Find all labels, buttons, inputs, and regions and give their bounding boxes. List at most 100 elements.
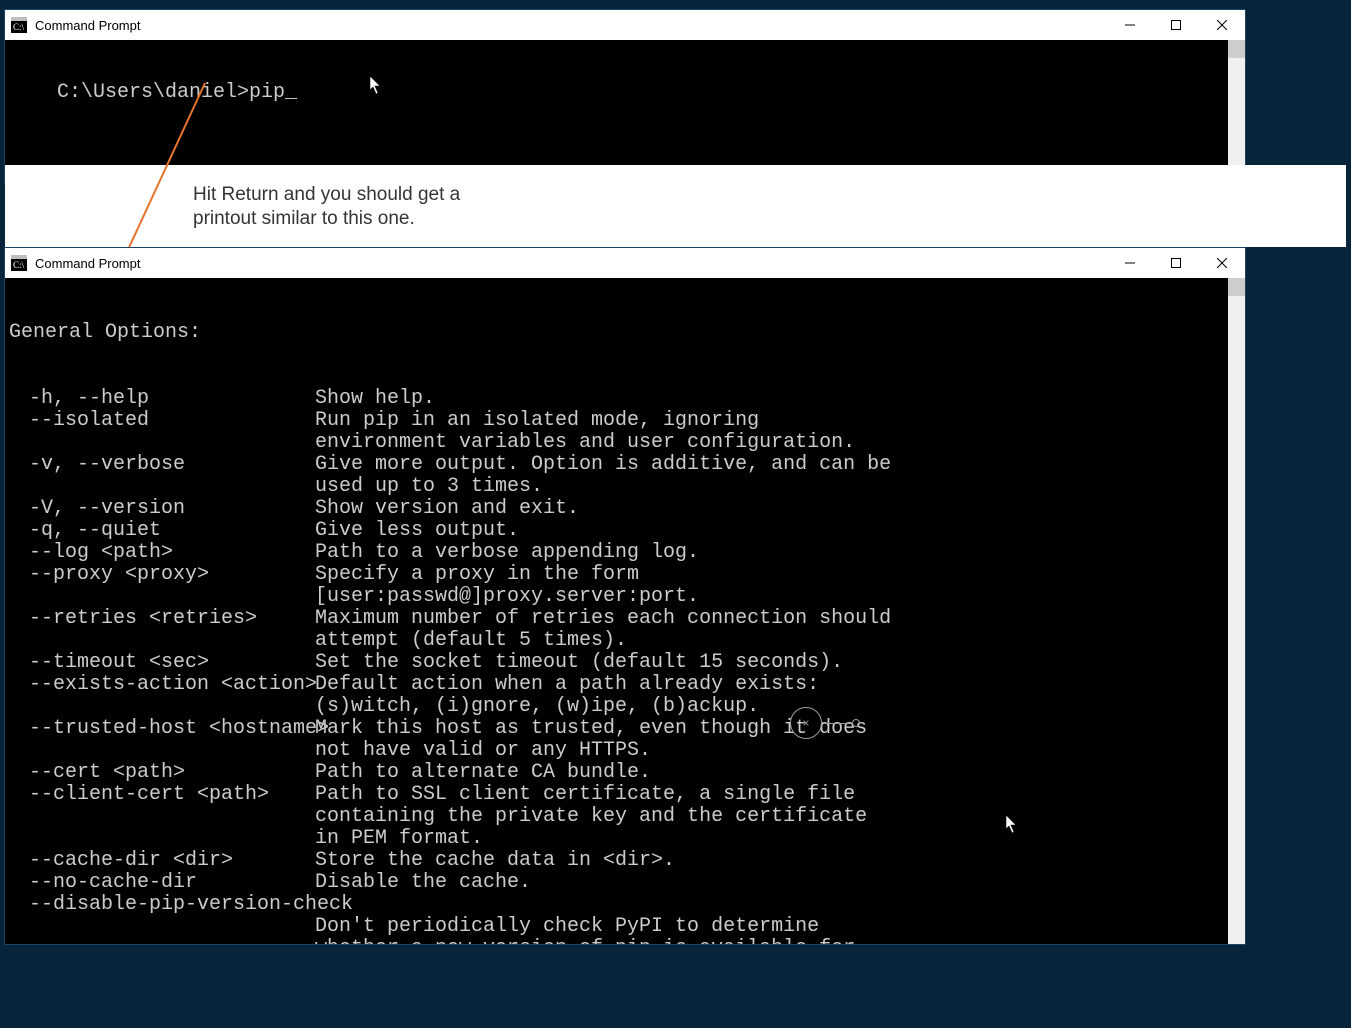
option-row: attempt (default 5 times). [9, 630, 1245, 652]
option-flag: --timeout <sec> [9, 652, 295, 674]
svg-text:C:\: C:\ [13, 260, 25, 270]
option-description: Default action when a path already exist… [295, 674, 819, 696]
option-row: --cert <path>Path to alternate CA bundle… [9, 762, 1245, 784]
option-row: --log <path>Path to a verbose appending … [9, 542, 1245, 564]
command-top: pip [249, 81, 285, 104]
cmd-icon: C:\ [11, 255, 27, 271]
option-description: Store the cache data in <dir>. [295, 850, 675, 872]
option-description: Path to a verbose appending log. [295, 542, 699, 564]
minimize-button[interactable] [1107, 248, 1153, 278]
window-title-bottom: Command Prompt [35, 256, 140, 271]
option-flag: --trusted-host <hostname> [9, 718, 295, 740]
option-row: [user:passwd@]proxy.server:port. [9, 586, 1245, 608]
option-flag: --client-cert <path> [9, 784, 295, 806]
maximize-button[interactable] [1153, 248, 1199, 278]
option-row: containing the private key and the certi… [9, 806, 1245, 828]
option-description: attempt (default 5 times). [315, 630, 627, 652]
option-row: in PEM format. [9, 828, 1245, 850]
option-row: -h, --helpShow help. [9, 388, 1245, 410]
option-row: --proxy <proxy>Specify a proxy in the fo… [9, 564, 1245, 586]
scrollbar-top[interactable] [1228, 40, 1245, 183]
option-description: environment variables and user configura… [315, 432, 855, 454]
option-flag: -v, --verbose [9, 454, 295, 476]
option-description: Mark this host as trusted, even though i… [295, 718, 867, 740]
option-description: Give more output. Option is additive, an… [295, 454, 891, 476]
instruction-line-1: Hit Return and you should get a [193, 183, 1346, 207]
option-flag: -h, --help [9, 388, 295, 410]
option-description: [user:passwd@]proxy.server:port. [315, 586, 699, 608]
terminal-bottom[interactable]: General Options: -h, --helpShow help.--i… [5, 278, 1245, 944]
instruction-text: Hit Return and you should get a printout… [5, 165, 1346, 247]
cmd-window-top: C:\ Command Prompt C:\Users\daniel>pip_ [5, 10, 1245, 183]
option-row: not have valid or any HTTPS. [9, 740, 1245, 762]
option-flag: -V, --version [9, 498, 295, 520]
option-flag: --isolated [9, 410, 295, 432]
option-description: Show help. [295, 388, 435, 410]
option-description: whether a new version of pip is availabl… [315, 938, 855, 944]
titlebar-bottom[interactable]: C:\ Command Prompt [5, 248, 1245, 278]
window-title-top: Command Prompt [35, 18, 140, 33]
option-flag: --cert <path> [9, 762, 295, 784]
option-row: used up to 3 times. [9, 476, 1245, 498]
minimize-button[interactable] [1107, 10, 1153, 40]
titlebar-top[interactable]: C:\ Command Prompt [5, 10, 1245, 40]
close-button[interactable] [1199, 10, 1245, 40]
option-description: used up to 3 times. [315, 476, 543, 498]
option-row: Don't periodically check PyPI to determi… [9, 916, 1245, 938]
option-flag: -q, --quiet [9, 520, 295, 542]
option-description: Path to alternate CA bundle. [295, 762, 651, 784]
annotation-close-icon[interactable]: × [790, 707, 822, 739]
option-flag: --disable-pip-version-check [9, 894, 295, 916]
instruction-line-2: printout similar to this one. [193, 207, 1346, 231]
svg-text:C:\: C:\ [13, 22, 25, 32]
option-row: -v, --verboseGive more output. Option is… [9, 454, 1245, 476]
option-row: --client-cert <path>Path to SSL client c… [9, 784, 1245, 806]
text-cursor: _ [285, 81, 297, 104]
option-row: environment variables and user configura… [9, 432, 1245, 454]
option-row: --trusted-host <hostname>Mark this host … [9, 718, 1245, 740]
option-description: Path to SSL client certificate, a single… [295, 784, 855, 806]
option-description [295, 894, 315, 916]
option-row: --exists-action <action>Default action w… [9, 674, 1245, 696]
option-flag: --cache-dir <dir> [9, 850, 295, 872]
option-row: -V, --versionShow version and exit. [9, 498, 1245, 520]
options-list: -h, --helpShow help.--isolatedRun pip in… [9, 388, 1245, 944]
option-description: Give less output. [295, 520, 519, 542]
option-description: (s)witch, (i)gnore, (w)ipe, (b)ackup. [315, 696, 759, 718]
option-description: Disable the cache. [295, 872, 531, 894]
maximize-button[interactable] [1153, 10, 1199, 40]
option-row: --cache-dir <dir>Store the cache data in… [9, 850, 1245, 872]
option-description: containing the private key and the certi… [315, 806, 867, 828]
option-flag: --no-cache-dir [9, 872, 295, 894]
option-row: --timeout <sec>Set the socket timeout (d… [9, 652, 1245, 674]
option-description: in PEM format. [315, 828, 483, 850]
option-description: Show version and exit. [295, 498, 579, 520]
general-options-header: General Options: [9, 322, 1245, 344]
scrollbar-thumb-bottom[interactable] [1228, 278, 1245, 296]
scrollbar-bottom[interactable] [1228, 278, 1245, 944]
option-flag: --exists-action <action> [9, 674, 295, 696]
option-description: Set the socket timeout (default 15 secon… [295, 652, 843, 674]
option-row: -q, --quietGive less output. [9, 520, 1245, 542]
option-flag: --proxy <proxy> [9, 564, 295, 586]
cmd-window-bottom: C:\ Command Prompt General Options: -h, … [5, 248, 1245, 944]
annotation-endpoint [852, 719, 860, 727]
option-description: not have valid or any HTTPS. [315, 740, 651, 762]
prompt-top: C:\Users\daniel> [57, 81, 249, 104]
terminal-top[interactable]: C:\Users\daniel>pip_ [5, 40, 1245, 183]
option-row: (s)witch, (i)gnore, (w)ipe, (b)ackup. [9, 696, 1245, 718]
option-description: Run pip in an isolated mode, ignoring [295, 410, 759, 432]
option-row: --retries <retries>Maximum number of ret… [9, 608, 1245, 630]
close-button[interactable] [1199, 248, 1245, 278]
annotation-bubble[interactable]: × [790, 708, 860, 738]
option-row: --no-cache-dirDisable the cache. [9, 872, 1245, 894]
option-row: --isolatedRun pip in an isolated mode, i… [9, 410, 1245, 432]
option-description: Don't periodically check PyPI to determi… [315, 916, 819, 938]
option-description: Specify a proxy in the form [295, 564, 639, 586]
option-description: Maximum number of retries each connectio… [295, 608, 891, 630]
cmd-icon: C:\ [11, 17, 27, 33]
option-flag: --log <path> [9, 542, 295, 564]
option-row: whether a new version of pip is availabl… [9, 938, 1245, 944]
scrollbar-thumb-top[interactable] [1228, 40, 1245, 58]
option-row: --disable-pip-version-check [9, 894, 1245, 916]
